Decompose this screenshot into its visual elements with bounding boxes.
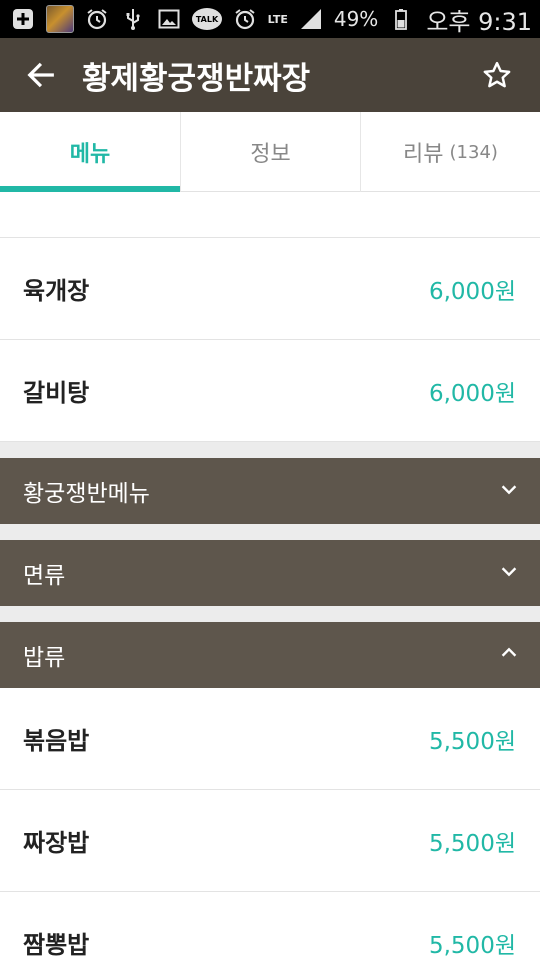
section-divider bbox=[0, 442, 540, 458]
gallery-icon bbox=[156, 6, 182, 32]
favorite-button[interactable] bbox=[454, 38, 540, 112]
chevron-down-icon bbox=[498, 478, 520, 504]
tab-reviews-label: 리뷰 bbox=[403, 142, 444, 167]
menu-item-price: 5,500원 bbox=[428, 932, 516, 959]
menu-item[interactable]: 짬뽕밥 5,500원 bbox=[0, 892, 540, 960]
category-label: 밥류 bbox=[23, 645, 66, 671]
alarm-icon bbox=[84, 6, 110, 32]
tab-info-label: 정보 bbox=[250, 142, 291, 167]
menu-item-price: 6,000원 bbox=[428, 380, 516, 407]
menu-item-name: 짬뽕밥 bbox=[23, 931, 90, 959]
tab-info[interactable]: 정보 bbox=[180, 112, 360, 192]
category-header[interactable]: 밥류 bbox=[0, 622, 540, 688]
tab-menu-label: 메뉴 bbox=[69, 142, 111, 167]
menu-item[interactable]: 볶음밥 5,500원 bbox=[0, 688, 540, 790]
category-header[interactable]: 황궁쟁반메뉴 bbox=[0, 458, 540, 524]
signal-icon bbox=[298, 6, 324, 32]
usb-icon bbox=[120, 6, 146, 32]
category-label: 면류 bbox=[23, 563, 66, 589]
menu-item-name: 육개장 bbox=[23, 277, 90, 305]
network-type-label: LTE bbox=[267, 12, 288, 26]
chevron-down-icon bbox=[498, 560, 520, 586]
status-bar: TALK LTE 49% 오후 9:31 bbox=[0, 0, 540, 38]
back-button[interactable] bbox=[0, 38, 82, 112]
battery-percent: 49% bbox=[333, 7, 379, 31]
category-label: 황궁쟁반메뉴 bbox=[23, 481, 150, 507]
menu-item-name: 갈비탕 bbox=[23, 379, 90, 407]
kakaotalk-icon: TALK bbox=[192, 8, 222, 30]
arrow-left-icon bbox=[27, 62, 54, 88]
menu-item-price: 5,500원 bbox=[428, 830, 516, 857]
section-divider bbox=[0, 606, 540, 622]
add-icon bbox=[10, 6, 36, 32]
tab-bar: 메뉴 정보 리뷰 (134) bbox=[0, 112, 540, 193]
status-right: LTE 49% 오후 9:31 bbox=[232, 2, 532, 37]
chevron-up-icon bbox=[498, 642, 520, 668]
menu-item[interactable]: 갈비탕 6,000원 bbox=[0, 340, 540, 442]
tab-menu[interactable]: 메뉴 bbox=[0, 112, 180, 193]
menu-item-price: 5,500원 bbox=[428, 728, 516, 755]
app-bar: 황제황궁쟁반짜장 bbox=[0, 38, 540, 112]
status-left: TALK bbox=[10, 5, 222, 33]
section-divider bbox=[0, 524, 540, 540]
battery-icon bbox=[388, 6, 414, 32]
review-count: (134) bbox=[449, 141, 498, 163]
menu-item-name: 볶음밥 bbox=[23, 727, 90, 755]
app-thumbnail-icon bbox=[46, 5, 74, 33]
menu-item[interactable]: 육개장 6,000원 bbox=[0, 238, 540, 340]
clock-time: 오후 9:31 bbox=[426, 7, 532, 36]
page-title: 황제황궁쟁반짜장 bbox=[82, 60, 311, 97]
tab-reviews[interactable]: 리뷰 (134) bbox=[360, 112, 540, 192]
menu-item-partial bbox=[0, 192, 540, 238]
alarm-clock-icon bbox=[232, 6, 258, 32]
menu-item[interactable]: 짜장밥 5,500원 bbox=[0, 790, 540, 892]
star-outline-icon bbox=[483, 61, 511, 88]
menu-item-price: 6,000원 bbox=[428, 278, 516, 305]
menu-list[interactable]: 육개장 6,000원 갈비탕 6,000원 황궁쟁반메뉴 면류 밥류 볶음밥 5… bbox=[0, 192, 540, 960]
menu-item-name: 짜장밥 bbox=[23, 829, 90, 857]
category-header[interactable]: 면류 bbox=[0, 540, 540, 606]
